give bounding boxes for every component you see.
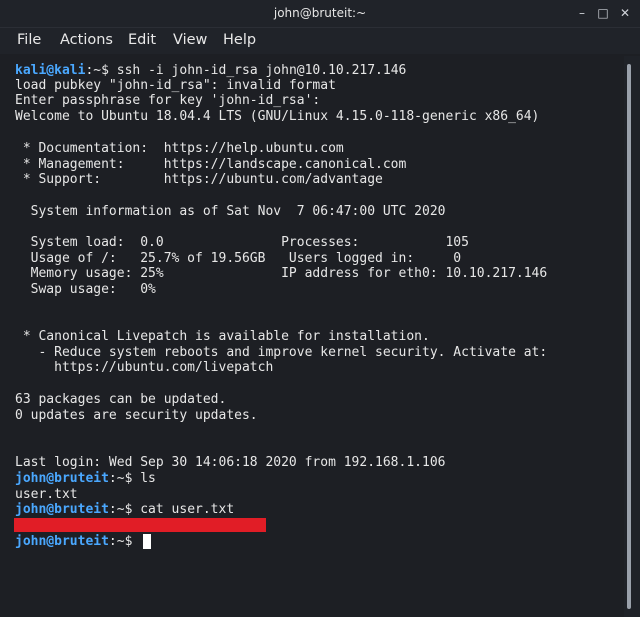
prompt-path: :~$: [108, 502, 141, 517]
terminal-line: * Support: https://ubuntu.com/advantage: [15, 172, 383, 187]
title-bar[interactable]: john@bruteit:~ – □ ✕: [0, 0, 640, 28]
prompt-user: john@bruteit: [15, 534, 109, 549]
menu-view[interactable]: View: [173, 32, 207, 48]
terminal-line: john@bruteit:~$ ls: [15, 471, 156, 486]
terminal-line: Memory usage: 25% IP address for eth0: 1…: [15, 266, 548, 281]
menu-actions[interactable]: Actions: [60, 32, 113, 48]
terminal-line: Enter passphrase for key 'john-id_rsa':: [15, 93, 321, 108]
terminal-line: kali@kali:~$ ssh -i john-id_rsa john@10.…: [15, 63, 406, 78]
menu-bar: File Actions Edit View Help: [0, 28, 640, 54]
prompt-user: john@bruteit: [15, 502, 109, 517]
prompt-path: :~$: [85, 63, 117, 78]
prompt-user: john@bruteit: [15, 471, 109, 486]
terminal-line: Welcome to Ubuntu 18.04.4 LTS (GNU/Linux…: [15, 109, 540, 124]
terminal-line: 0 updates are security updates.: [15, 408, 258, 423]
terminal-line: - Reduce system reboots and improve kern…: [15, 345, 548, 360]
terminal-line: Swap usage: 0%: [15, 282, 156, 297]
menu-help[interactable]: Help: [223, 32, 256, 48]
command-text: ssh -i john-id_rsa john@10.10.217.146: [116, 63, 407, 78]
terminal-line: john@bruteit:~$ cat user.txt: [15, 502, 234, 517]
terminal-line: System load: 0.0 Processes: 105: [15, 235, 469, 250]
terminal-line: Last login: Wed Sep 30 14:06:18 2020 fro…: [15, 455, 446, 470]
terminal-output[interactable]: kali@kali:~$ ssh -i john-id_rsa john@10.…: [0, 56, 624, 617]
redaction-bar: [14, 518, 266, 532]
minimize-button[interactable]: –: [574, 5, 590, 21]
window-title: john@bruteit:~: [273, 6, 367, 20]
scrollbar-thumb[interactable]: [627, 64, 631, 609]
terminal-line[interactable]: john@bruteit:~$: [15, 534, 152, 549]
terminal-line: Usage of /: 25.7% of 19.56GB Users logge…: [15, 251, 462, 266]
menu-file[interactable]: File: [17, 32, 41, 48]
terminal-line: load pubkey "john-id_rsa": invalid forma…: [15, 78, 336, 93]
terminal-line: System information as of Sat Nov 7 06:47…: [15, 204, 446, 219]
close-button[interactable]: ✕: [617, 5, 633, 21]
maximize-button[interactable]: □: [595, 5, 611, 21]
terminal-line: https://ubuntu.com/livepatch: [15, 360, 274, 375]
terminal-line: user.txt: [15, 487, 78, 502]
command-text: cat user.txt: [140, 502, 235, 517]
prompt-user: kali@kali: [15, 63, 86, 78]
prompt-path: :~$: [108, 471, 141, 486]
terminal-line: * Documentation: https://help.ubuntu.com: [15, 141, 344, 156]
command-text: ls: [140, 471, 156, 486]
prompt-path: :~$: [108, 534, 141, 549]
menu-edit[interactable]: Edit: [128, 32, 156, 48]
terminal-line: * Management: https://landscape.canonica…: [15, 157, 407, 172]
terminal-window: john@bruteit:~ – □ ✕ File Actions Edit V…: [0, 0, 640, 617]
terminal-line: 63 packages can be updated.: [15, 392, 227, 407]
terminal-line: * Canonical Livepatch is available for i…: [15, 329, 430, 344]
text-cursor: [143, 534, 152, 549]
